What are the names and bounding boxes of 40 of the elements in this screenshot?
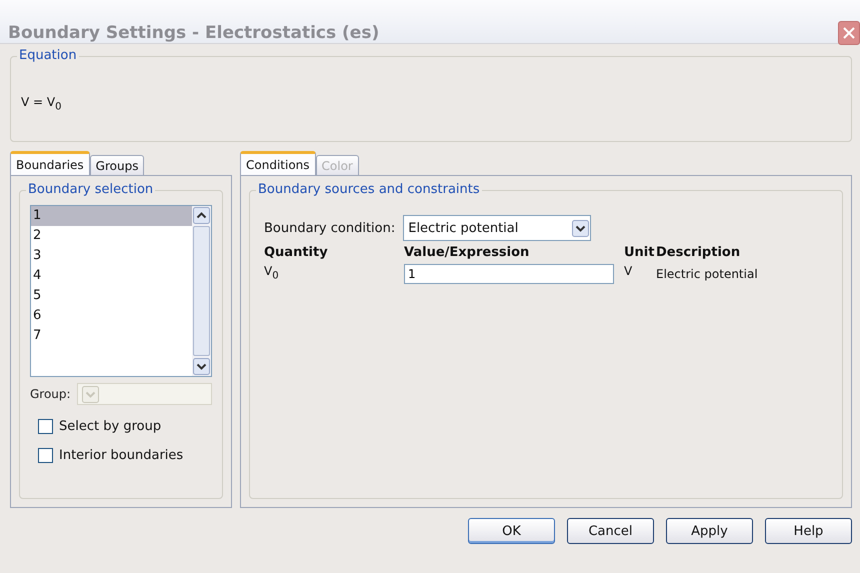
scrollbar[interactable] <box>192 206 211 376</box>
list-item[interactable]: 2 <box>31 226 192 246</box>
list-item[interactable]: 1 <box>31 206 192 226</box>
scroll-thumb[interactable] <box>193 226 210 356</box>
scroll-up-icon[interactable] <box>193 207 210 224</box>
tab[interactable]: Conditions <box>240 151 316 175</box>
tab[interactable]: Boundaries <box>10 151 90 175</box>
group-title: Equation <box>17 48 79 63</box>
unit-cell-text: V <box>624 264 634 278</box>
column-header: Value/Expression <box>404 245 530 260</box>
list-item[interactable]: 6 <box>31 306 192 326</box>
list-item[interactable]: 5 <box>31 286 192 306</box>
checkbox[interactable] <box>38 419 53 434</box>
dialog-button[interactable]: Cancel <box>567 518 654 544</box>
close-icon <box>843 26 855 38</box>
list-item[interactable]: 7 <box>31 326 192 346</box>
close-button[interactable] <box>838 20 860 44</box>
value-field[interactable]: 1 <box>404 264 614 284</box>
scroll-down-icon[interactable] <box>193 358 210 375</box>
group-title: Boundary sources and constraints <box>256 182 482 197</box>
checkbox-label: Select by group <box>59 419 162 434</box>
list-item[interactable]: 3 <box>31 246 192 266</box>
window-title: Boundary Settings - Electrostatics (es) <box>8 22 380 42</box>
column-header: Unit <box>624 245 656 260</box>
list-item[interactable]: 4 <box>31 266 192 286</box>
description-cell-text: Electric potential <box>656 267 759 281</box>
quantity-cell-text: V$_{0}$ <box>264 264 280 282</box>
column-header: Description <box>656 245 742 260</box>
dialog-button[interactable]: OK <box>468 518 555 544</box>
column-header: Quantity <box>264 245 329 260</box>
checkbox-label: Interior boundaries <box>59 448 184 463</box>
condition-label: Boundary condition: <box>264 220 396 236</box>
group-label: Group: <box>30 387 71 401</box>
dialog-button[interactable]: Apply <box>666 518 753 544</box>
dialog-button[interactable]: Help <box>765 518 852 544</box>
condition-dropdown[interactable]: Electric potential <box>403 215 592 241</box>
checkbox[interactable] <box>38 448 53 463</box>
group-title: Boundary selection <box>26 182 156 197</box>
tab[interactable]: Groups <box>90 155 144 175</box>
equation-text: V = V$_{0}$ <box>21 95 62 113</box>
